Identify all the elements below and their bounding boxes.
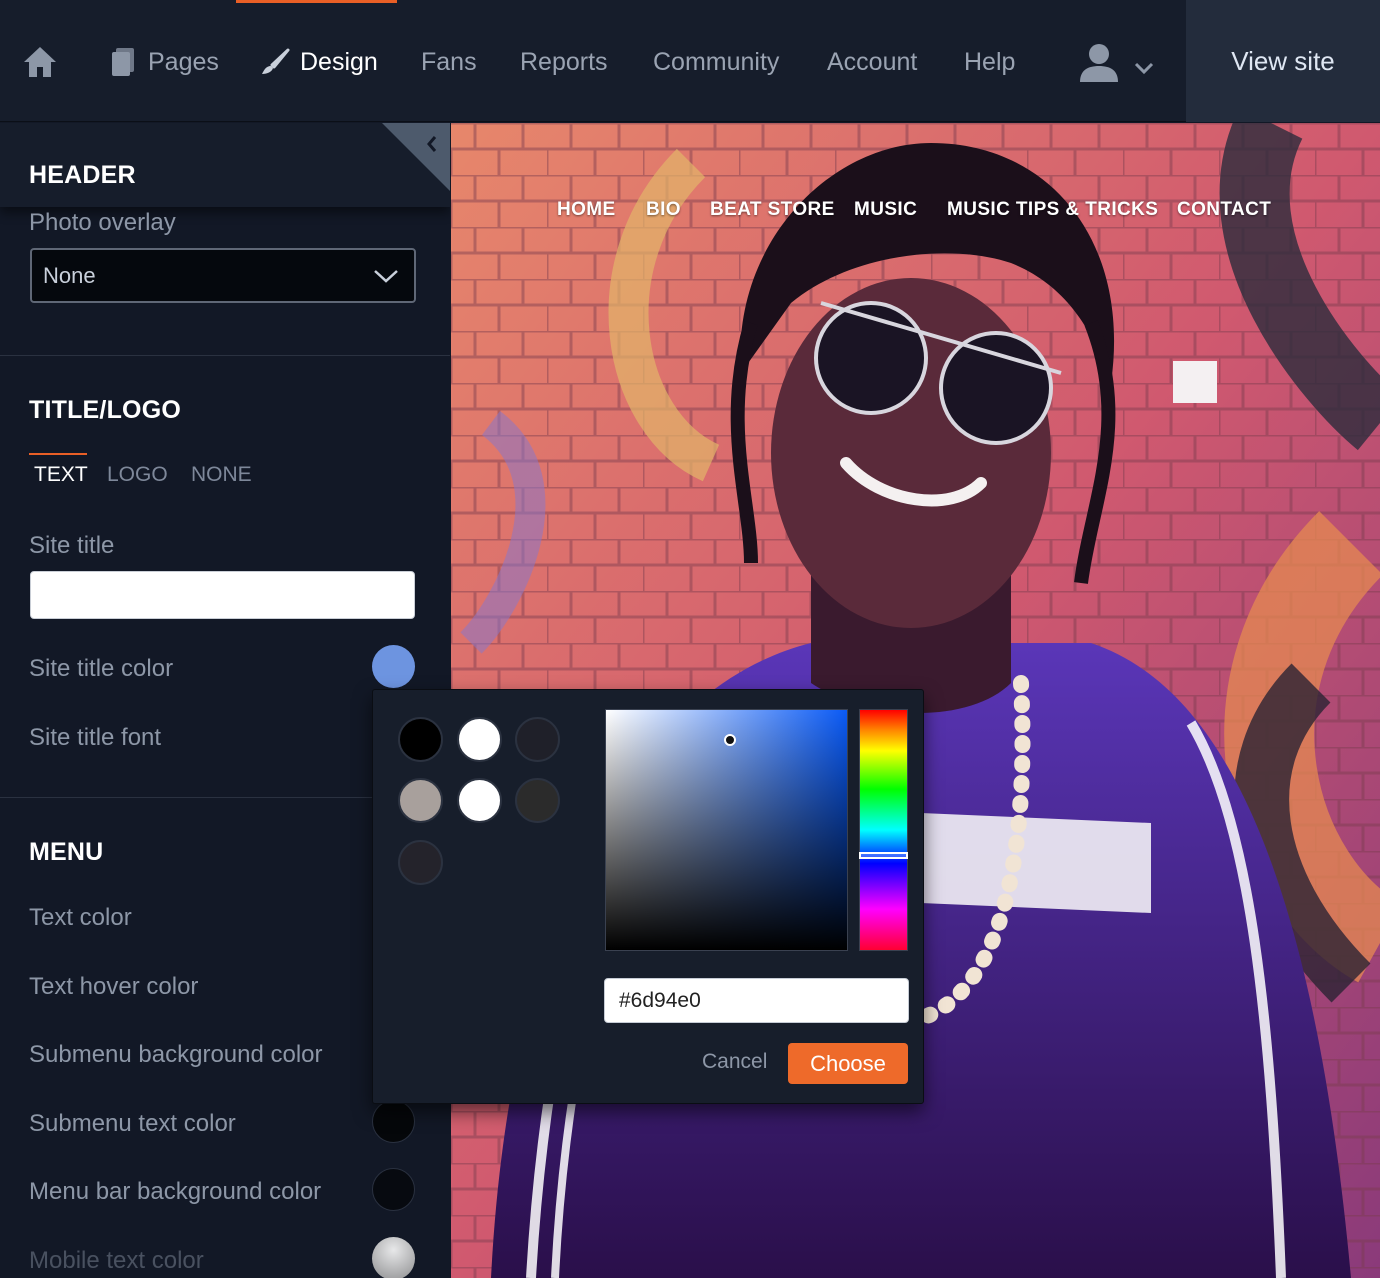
nav-item-fans[interactable]: Fans <box>421 40 477 84</box>
home-icon[interactable] <box>22 40 58 84</box>
site-title-label: Site title <box>29 532 115 559</box>
tab-none[interactable]: NONE <box>191 463 252 487</box>
choose-button[interactable]: Choose <box>788 1043 908 1084</box>
menu-text-color-label: Text color <box>29 904 132 931</box>
nav-label-community: Community <box>653 47 780 76</box>
cancel-button[interactable]: Cancel <box>702 1050 767 1074</box>
mobile-text-color-label: Mobile text color <box>29 1247 204 1274</box>
nav-item-reports[interactable]: Reports <box>520 40 608 84</box>
chevron-down-icon <box>1134 61 1154 75</box>
nav-label-help: Help <box>964 47 1016 76</box>
hue-slider-handle[interactable] <box>859 852 908 859</box>
nav-item-pages[interactable]: Pages <box>110 40 219 84</box>
section-title-title-logo: TITLE/LOGO <box>29 396 181 424</box>
preview-menu-home[interactable]: HOME <box>557 199 616 221</box>
preview-menu-contact[interactable]: CONTACT <box>1177 199 1271 221</box>
user-menu[interactable] <box>1078 40 1154 84</box>
photo-overlay-select[interactable]: None <box>30 248 416 303</box>
color-picker-popover: #6d94e0 Cancel Choose <box>372 689 924 1104</box>
section-title-header: HEADER <box>29 161 136 189</box>
site-title-color-swatch[interactable] <box>372 645 415 688</box>
preset-color-swatch[interactable] <box>515 717 560 762</box>
section-divider <box>0 355 450 356</box>
site-title-color-label: Site title color <box>29 655 174 682</box>
brush-icon <box>260 48 290 76</box>
nav-label-reports: Reports <box>520 47 608 76</box>
preset-color-swatch[interactable] <box>515 778 560 823</box>
nav-label-pages: Pages <box>148 47 219 76</box>
preview-menu-music-tips[interactable]: MUSIC TIPS & TRICKS <box>947 199 1158 221</box>
user-icon <box>1078 42 1120 82</box>
hue-slider[interactable] <box>859 709 908 951</box>
preset-color-swatch[interactable] <box>457 778 502 823</box>
photo-overlay-label: Photo overlay <box>29 209 176 236</box>
preset-color-swatch[interactable] <box>398 840 443 885</box>
nav-label-account: Account <box>827 47 918 76</box>
saturation-value-handle[interactable] <box>724 734 736 746</box>
nav-label-design: Design <box>300 47 378 76</box>
submenu-text-color-label: Submenu text color <box>29 1110 236 1137</box>
active-tab-indicator <box>29 453 87 455</box>
top-navigation: Pages Design Fans Reports Community Acco… <box>0 0 1380 122</box>
chevron-down-icon <box>374 270 398 283</box>
preview-menu-bio[interactable]: BIO <box>646 199 681 221</box>
submenu-background-color-label: Submenu background color <box>29 1041 323 1068</box>
section-title-menu: MENU <box>29 838 104 866</box>
active-nav-indicator <box>236 0 397 3</box>
nav-item-help[interactable]: Help <box>964 40 1015 84</box>
nav-label-fans: Fans <box>421 47 477 76</box>
photo-overlay-value: None <box>43 262 96 288</box>
site-title-font-label: Site title font <box>29 724 162 751</box>
nav-item-account[interactable]: Account <box>827 40 917 84</box>
nav-item-design[interactable]: Design <box>260 40 378 84</box>
view-site-button[interactable]: View site <box>1186 0 1380 122</box>
saturation-value-picker[interactable] <box>605 709 848 951</box>
collapse-sidebar-button[interactable] <box>382 123 450 191</box>
preset-color-swatch[interactable] <box>398 717 443 762</box>
preview-menu-music[interactable]: MUSIC <box>854 199 917 221</box>
menu-bar-background-color-label: Menu bar background color <box>29 1178 322 1205</box>
menu-text-hover-color-label: Text hover color <box>29 973 199 1000</box>
menu-bar-background-color-swatch[interactable] <box>372 1168 415 1211</box>
preset-color-swatch[interactable] <box>457 717 502 762</box>
preset-color-swatch[interactable] <box>398 778 443 823</box>
tab-logo[interactable]: LOGO <box>107 463 168 487</box>
hex-color-input[interactable]: #6d94e0 <box>604 978 909 1023</box>
preview-menu-beat-store[interactable]: BEAT STORE <box>710 199 835 221</box>
pages-icon <box>110 47 136 77</box>
site-title-input[interactable] <box>30 571 415 619</box>
preview-site-menu: HOME BIO BEAT STORE MUSIC MUSIC TIPS & T… <box>451 199 1380 229</box>
nav-item-community[interactable]: Community <box>653 40 779 84</box>
mobile-text-color-swatch[interactable] <box>372 1237 415 1278</box>
submenu-text-color-swatch[interactable] <box>372 1100 415 1143</box>
tab-text[interactable]: TEXT <box>34 463 88 487</box>
